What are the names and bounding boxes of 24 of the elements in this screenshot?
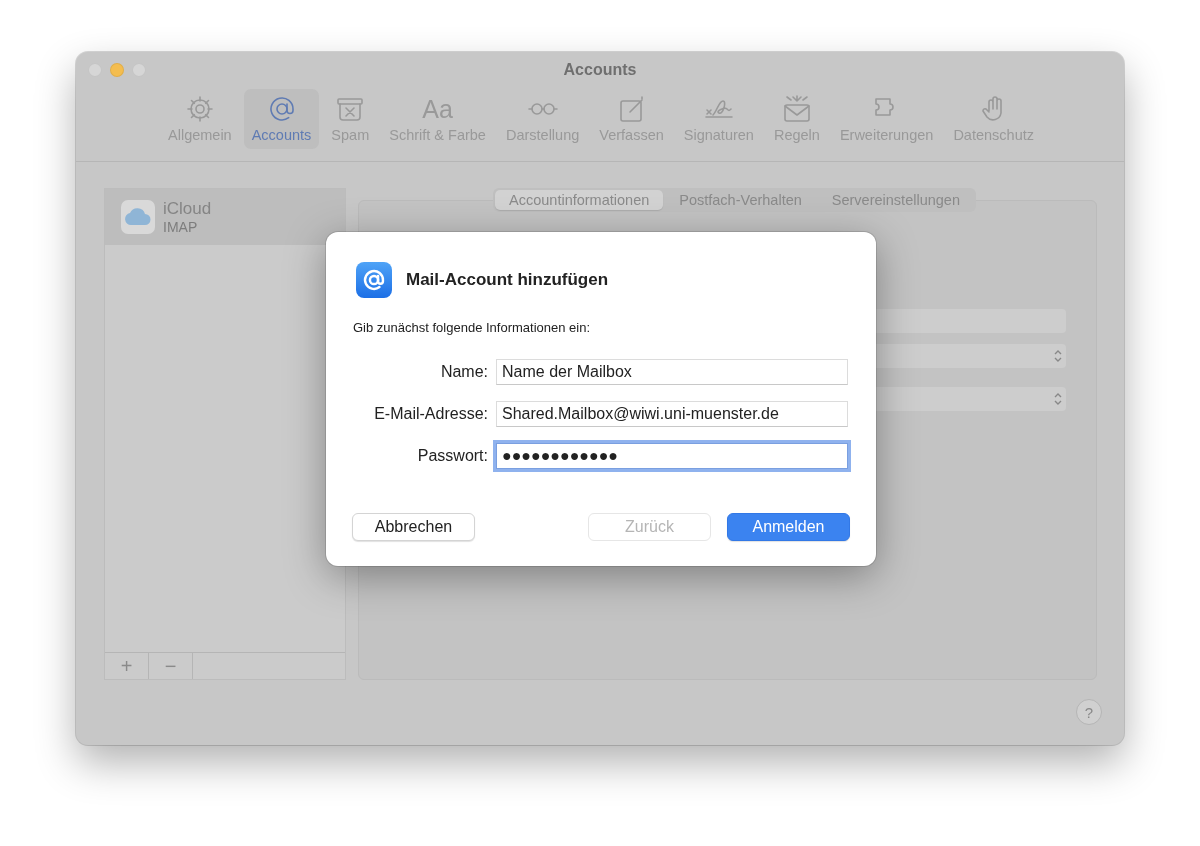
field-label: E-Mail-Adresse:	[373, 405, 488, 423]
account-row[interactable]: iCloud IMAP	[105, 189, 345, 245]
account-type: IMAP	[163, 219, 199, 235]
sign-in-button[interactable]: Anmelden	[727, 513, 850, 541]
dialog-title: Mail-Account hinzufügen	[406, 270, 609, 290]
chevron-icon	[1054, 350, 1062, 362]
toolbar-tab[interactable]: Accounts	[243, 89, 320, 149]
field-label: Name:	[439, 363, 488, 381]
cancel-button[interactable]: Abbrechen	[352, 513, 475, 541]
dialog-prompt: Gib zunächst folgende Informationen ein:	[353, 320, 592, 335]
account-name: iCloud	[163, 199, 212, 219]
field-label: Passwort:	[416, 447, 488, 465]
mail-account-icon	[356, 262, 392, 298]
remove-button[interactable]: −	[149, 653, 193, 679]
input-field[interactable]: Name der Mailbox	[496, 359, 848, 385]
add-button[interactable]: +	[105, 653, 149, 679]
cloud-icon	[124, 208, 152, 226]
window-title: Accounts	[563, 61, 637, 78]
input-field[interactable]: Shared.Mailbox@wiwi.uni-muenster.de	[496, 401, 848, 427]
help-button[interactable]: ?	[1076, 699, 1102, 725]
tab[interactable]: Accountinformationen	[495, 190, 664, 210]
input-field[interactable]: ●●●●●●●●●●●●	[496, 443, 848, 469]
window-control-button[interactable]	[110, 63, 124, 77]
chevron-icon	[1054, 393, 1062, 405]
